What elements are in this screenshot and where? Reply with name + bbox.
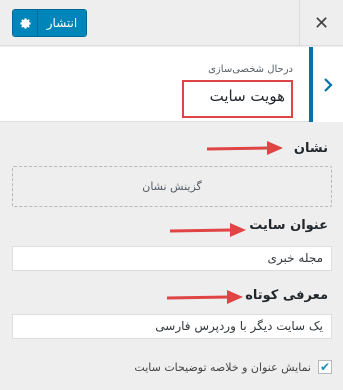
site-title-label: عنوان سایت xyxy=(249,218,328,233)
breadcrumb: درحال شخصی‌سازی xyxy=(208,64,293,75)
back-button[interactable] xyxy=(309,47,343,122)
annotation-arrow-icon xyxy=(206,141,283,155)
annotation-highlight-box xyxy=(182,80,293,118)
display-title-checkbox[interactable]: ✔ xyxy=(318,360,332,374)
display-title-tagline-option: ✔ نمایش عنوان و خلاصه توضیحات سایت xyxy=(40,358,332,376)
display-title-checkbox-label: نمایش عنوان و خلاصه توضیحات سایت xyxy=(134,360,311,374)
publish-button[interactable]: انتشار xyxy=(38,10,86,36)
publish-settings-button[interactable] xyxy=(13,10,38,36)
gear-icon xyxy=(19,17,31,29)
tagline-input[interactable]: یک سایت دیگر با وردپرس فارسی xyxy=(12,314,332,339)
checkmark-icon: ✔ xyxy=(319,360,331,374)
section-header: درحال شخصی‌سازی هویت سایت xyxy=(0,47,343,122)
publish-button-group: انتشار xyxy=(12,9,87,37)
close-icon: ✕ xyxy=(313,12,330,34)
site-title-input[interactable]: مجله خبری xyxy=(12,246,332,271)
customizer-header: انتشار ✕ xyxy=(0,0,343,46)
tagline-label: معرفی کوتاه xyxy=(245,288,328,303)
select-logo-button[interactable]: گزینش نشان xyxy=(12,166,332,207)
close-customizer-button[interactable]: ✕ xyxy=(299,0,343,46)
logo-label: نشان xyxy=(293,141,328,156)
chevron-right-icon xyxy=(324,77,333,92)
customizer-panel: انتشار ✕ درحال شخصی‌سازی هویت سایت نشان … xyxy=(0,0,343,390)
annotation-arrow-icon xyxy=(169,223,246,237)
annotation-arrow-icon xyxy=(166,290,243,304)
